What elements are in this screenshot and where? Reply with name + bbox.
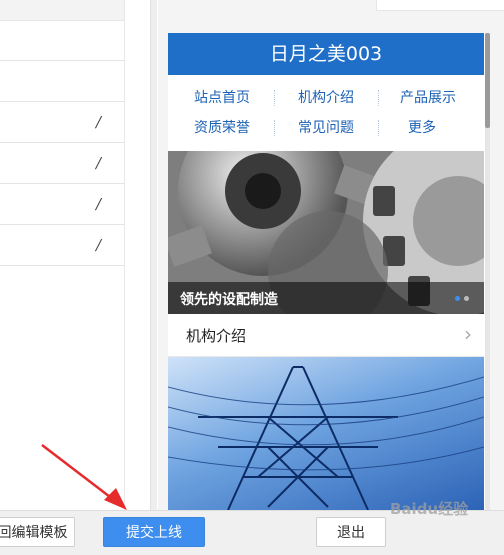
nav-item-faq[interactable]: 常见问题: [274, 118, 378, 138]
row-divider: [0, 265, 124, 266]
template-list-panel: / / / /: [0, 0, 126, 510]
exit-button[interactable]: 退出: [316, 517, 386, 547]
row-divider: [0, 101, 124, 102]
preview-tab: [376, 0, 504, 11]
nav-item-more[interactable]: 更多: [370, 118, 474, 138]
power-tower-image: [168, 357, 484, 510]
scroll-thumb[interactable]: [485, 33, 490, 128]
scrollbar[interactable]: [150, 0, 157, 510]
mobile-preview: 日月之美003 站点首页 机构介绍 产品展示 资质荣誉 常见问题 更多 领先的设…: [168, 33, 490, 510]
nav-separator: [274, 120, 275, 136]
nav-item-honors[interactable]: 资质荣誉: [170, 118, 274, 138]
site-title: 日月之美003: [168, 33, 484, 75]
nav-separator: [274, 90, 275, 106]
preview-scrollbar[interactable]: [485, 33, 490, 510]
carousel-dot-active[interactable]: [455, 296, 460, 301]
banner-caption: 领先的设配制造: [180, 292, 278, 308]
banner-caption-bar: 领先的设配制造: [168, 282, 484, 314]
pencil-icon[interactable]: /: [96, 156, 104, 171]
panel-divider: [124, 0, 125, 510]
section-link[interactable]: 机构介绍 ›: [168, 314, 484, 357]
banner-carousel[interactable]: 领先的设配制造: [168, 151, 484, 314]
site-nav: 站点首页 机构介绍 产品展示 资质荣誉 常见问题 更多: [168, 75, 484, 151]
row-divider: [0, 183, 124, 184]
nav-item-home[interactable]: 站点首页: [170, 88, 274, 108]
nav-separator: [378, 90, 379, 106]
baidu-watermark: Baidu经验: [390, 500, 469, 518]
chevron-right-icon: ›: [464, 322, 472, 346]
nav-separator: [378, 120, 379, 136]
list-header: [0, 0, 124, 21]
section-label: 机构介绍: [186, 327, 247, 345]
pencil-icon[interactable]: /: [96, 238, 104, 253]
row-divider: [0, 224, 124, 225]
pencil-icon[interactable]: /: [96, 197, 104, 212]
nav-item-about[interactable]: 机构介绍: [274, 88, 378, 108]
back-to-edit-button[interactable]: 回编辑模板: [0, 517, 75, 547]
submit-online-button[interactable]: 提交上线: [103, 517, 205, 547]
row-divider: [0, 60, 124, 61]
carousel-dot[interactable]: [464, 296, 469, 301]
nav-item-products[interactable]: 产品展示: [376, 88, 480, 108]
row-divider: [0, 142, 124, 143]
pencil-icon[interactable]: /: [96, 115, 104, 130]
